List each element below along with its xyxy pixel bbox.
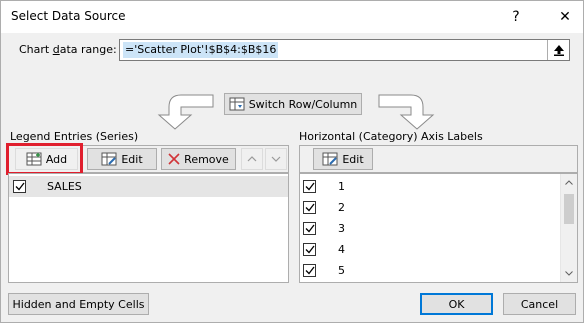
ok-button[interactable]: OK xyxy=(420,293,493,315)
help-button[interactable]: ? xyxy=(500,1,532,33)
collapse-dialog-button[interactable] xyxy=(547,40,569,60)
axis-labels-label: Horizontal (Category) Axis Labels xyxy=(299,130,483,143)
list-item[interactable]: SALES xyxy=(9,176,288,197)
add-button-highlight xyxy=(6,143,83,175)
axis-label-checkbox[interactable] xyxy=(303,180,316,193)
help-icon: ? xyxy=(512,9,520,25)
chevron-down-icon xyxy=(565,271,573,276)
axis-label-value: 4 xyxy=(338,243,345,256)
move-up-button[interactable] xyxy=(241,148,263,170)
chevron-up-icon xyxy=(565,180,573,185)
scroll-up-arrow[interactable] xyxy=(561,174,577,191)
axis-label-checkbox[interactable] xyxy=(303,264,316,277)
remove-series-button[interactable]: Remove xyxy=(161,148,236,170)
close-button[interactable]: ✕ xyxy=(549,1,581,33)
checkmark-icon xyxy=(305,203,315,212)
checkmark-icon xyxy=(15,182,25,191)
axis-label-value: 5 xyxy=(338,264,345,277)
axis-label-checkbox[interactable] xyxy=(303,222,316,235)
chart-data-range-input[interactable]: ='Scatter Plot'!$B$4:$B$16 xyxy=(119,39,570,61)
right-curved-arrow-icon xyxy=(378,94,435,130)
left-curved-arrow-icon xyxy=(157,94,214,130)
axis-label-value: 1 xyxy=(338,180,345,193)
chart-data-range-label: Chart data range: xyxy=(19,43,117,56)
hidden-empty-cells-button[interactable]: Hidden and Empty Cells xyxy=(8,293,149,315)
dialog-title: Select Data Source xyxy=(11,9,126,23)
chevron-down-icon xyxy=(271,156,281,162)
list-item[interactable]: 3 xyxy=(300,218,577,239)
title-bar: Select Data Source ? ✕ xyxy=(1,1,583,33)
list-item[interactable]: 2 xyxy=(300,197,577,218)
series-checkbox[interactable] xyxy=(13,180,26,193)
axis-label-value: 2 xyxy=(338,201,345,214)
axis-label-value: 3 xyxy=(338,222,345,235)
series-name: SALES xyxy=(47,180,82,193)
edit-table-icon xyxy=(101,152,117,166)
switch-row-column-icon xyxy=(229,97,245,111)
cancel-button[interactable]: Cancel xyxy=(503,293,576,315)
collapse-arrow-up-icon xyxy=(553,44,564,56)
hidden-empty-cells-label: Hidden and Empty Cells xyxy=(12,297,145,311)
axis-labels-list: 1 2 3 4 5 xyxy=(299,173,578,283)
switch-row-column-button[interactable]: Switch Row/Column xyxy=(224,93,362,115)
axis-list-scrollbar[interactable] xyxy=(560,174,577,282)
edit-axis-labels-label: Edit xyxy=(342,152,364,166)
axis-label-checkbox[interactable] xyxy=(303,201,316,214)
move-down-button[interactable] xyxy=(265,148,287,170)
scroll-thumb[interactable] xyxy=(564,194,574,224)
edit-table-icon xyxy=(322,152,338,166)
remove-x-icon xyxy=(168,153,180,165)
ok-label: OK xyxy=(448,297,465,311)
list-item[interactable]: 4 xyxy=(300,239,577,260)
chevron-up-icon xyxy=(247,156,257,162)
checkmark-icon xyxy=(305,266,315,275)
checkmark-icon xyxy=(305,224,315,233)
close-icon: ✕ xyxy=(559,9,571,25)
cancel-label: Cancel xyxy=(520,297,559,311)
checkmark-icon xyxy=(305,182,315,191)
axis-label-checkbox[interactable] xyxy=(303,243,316,256)
edit-series-label: Edit xyxy=(121,152,143,166)
checkmark-icon xyxy=(305,245,315,254)
switch-row-column-label: Switch Row/Column xyxy=(248,97,358,111)
scroll-down-arrow[interactable] xyxy=(561,265,577,282)
chart-data-range-value: ='Scatter Plot'!$B$4:$B$16 xyxy=(123,42,279,58)
legend-entries-label: Legend Entries (Series) xyxy=(10,130,139,143)
legend-series-list: SALES xyxy=(8,173,289,283)
remove-series-label: Remove xyxy=(184,152,229,166)
list-item[interactable]: 1 xyxy=(300,176,577,197)
list-item[interactable]: 5 xyxy=(300,260,577,281)
select-data-source-dialog: Select Data Source ? ✕ Chart data range:… xyxy=(0,0,584,323)
edit-axis-labels-button[interactable]: Edit xyxy=(313,148,373,170)
edit-series-button[interactable]: Edit xyxy=(87,148,157,170)
